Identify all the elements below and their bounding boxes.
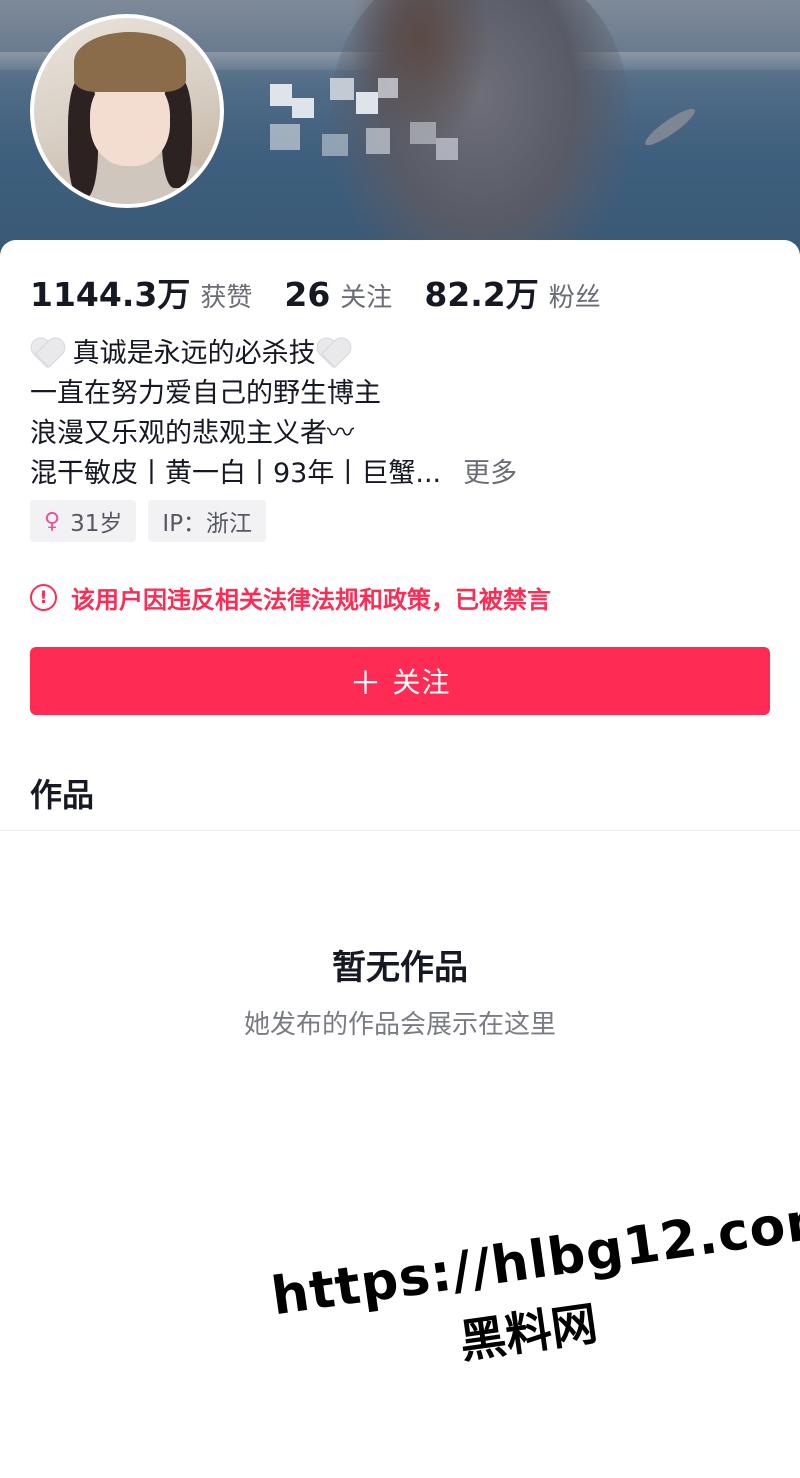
- warning-icon: !: [30, 584, 57, 611]
- profile-stats: 1144.3万 获赞 26 关注 82.2万 粉丝: [30, 268, 633, 316]
- age-tag-label: 31岁: [70, 511, 123, 537]
- empty-state-subtitle: 她发布的作品会展示在这里: [243, 1010, 556, 1040]
- follow-button[interactable]: ＋ 关注: [30, 647, 770, 715]
- plus-icon: ＋: [349, 664, 383, 702]
- follow-button-label: 关注: [392, 666, 451, 699]
- stat-following-value: 26: [284, 275, 331, 314]
- empty-state-title: 暂无作品: [332, 948, 468, 988]
- bio-line-2: 一直在努力爱自己的野生博主: [30, 378, 381, 409]
- ip-location-label: IP：浙江: [162, 511, 253, 537]
- ban-notice-text: 该用户因违反相关法律法规和政策，已被禁言: [71, 586, 551, 614]
- bio-line-1-text: 真诚是永远的必杀技: [72, 338, 316, 369]
- stat-likes-value: 1144.3万: [30, 275, 191, 314]
- ip-location-tag: IP：浙江: [148, 500, 267, 542]
- tab-works[interactable]: 作品: [30, 770, 94, 816]
- female-icon: ♀: [44, 508, 61, 534]
- age-tag: ♀ 31岁: [30, 500, 137, 542]
- bio-more-link[interactable]: 更多: [463, 458, 517, 489]
- bio-line-1: 真诚是永远的必杀技: [30, 334, 770, 374]
- profile-tags: ♀ 31岁 IP：浙江: [30, 500, 267, 542]
- divider: [0, 830, 800, 831]
- ban-notice: ! 该用户因违反相关法律法规和政策，已被禁言: [30, 580, 551, 615]
- stat-followers-label: 粉丝: [548, 283, 601, 313]
- profile-bio: 真诚是永远的必杀技 一直在努力爱自己的野生博主 浪漫又乐观的悲观主义者〰 混干敏…: [30, 334, 770, 494]
- white-heart-icon: [316, 338, 350, 366]
- pixelated-username: [270, 78, 460, 168]
- bio-line-4: 混干敏皮丨黄一白丨93年丨巨蟹... 更多: [30, 454, 770, 494]
- profile-page: 1144.3万 获赞 26 关注 82.2万 粉丝 真诚是永远的必杀技 一直在努…: [0, 0, 800, 1478]
- bio-line-4-text: 混干敏皮丨黄一白丨93年丨巨蟹...: [30, 458, 442, 489]
- stat-likes[interactable]: 1144.3万 获赞: [30, 268, 252, 316]
- stat-likes-label: 获赞: [200, 283, 253, 313]
- stat-followers[interactable]: 82.2万 粉丝: [424, 268, 600, 316]
- avatar[interactable]: [30, 14, 224, 208]
- bio-line-3: 浪漫又乐观的悲观主义者〰: [30, 418, 354, 449]
- white-heart-icon: [30, 338, 64, 366]
- stat-followers-value: 82.2万: [424, 275, 539, 314]
- stat-following[interactable]: 26 关注: [284, 275, 392, 314]
- stat-following-label: 关注: [340, 283, 393, 313]
